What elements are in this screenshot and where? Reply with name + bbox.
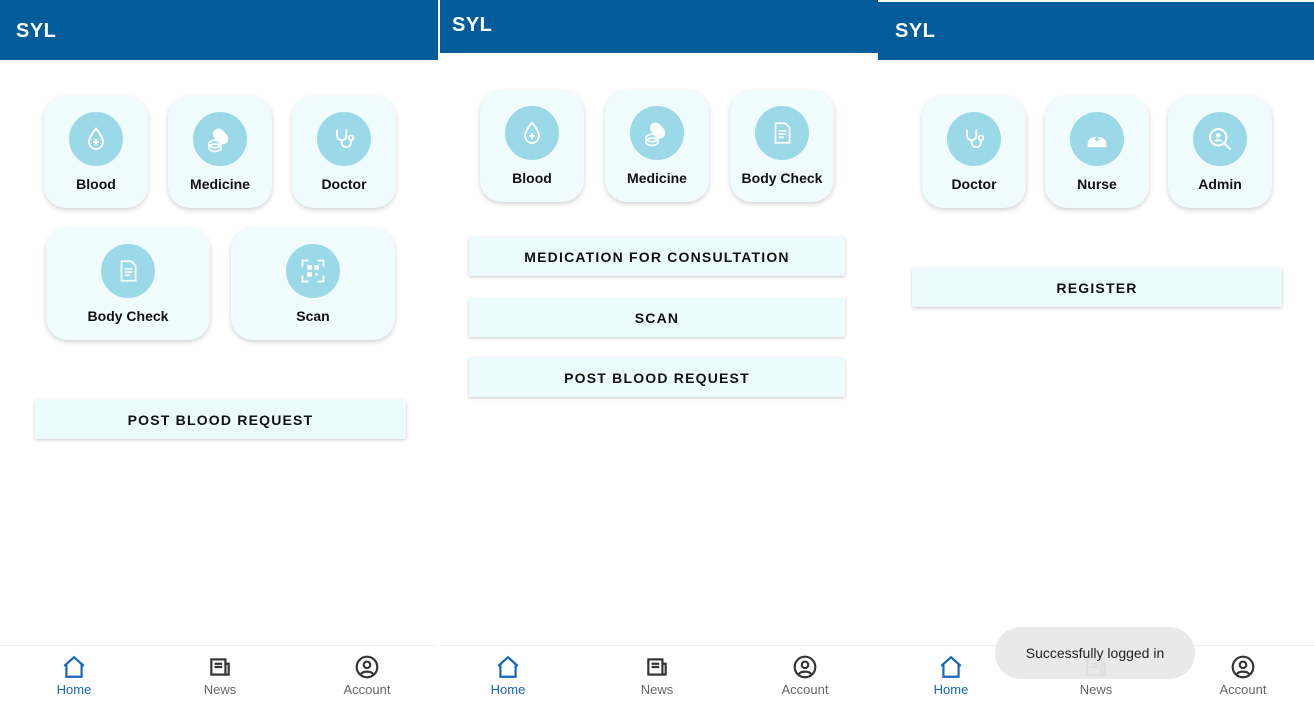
tile-doctor[interactable]: Doctor <box>292 96 396 208</box>
tile-blood[interactable]: Blood <box>480 90 584 202</box>
tile-label: Scan <box>296 308 330 324</box>
app-title: SYL <box>16 20 57 42</box>
tile-body-check[interactable]: Body Check <box>46 228 210 340</box>
screen-3: SYL Doctor Nurse Admin REGISTER Home New… <box>878 0 1314 709</box>
home-icon <box>63 655 85 678</box>
app-title: SYL <box>452 14 493 36</box>
pill-icon <box>193 112 247 166</box>
nav-label: Account <box>1219 682 1267 697</box>
login-toast: Successfully logged in <box>995 627 1195 679</box>
medication-for-consultation-button[interactable]: MEDICATION FOR CONSULTATION <box>469 237 845 276</box>
screen-2: SYL Blood Medicine Body Check MEDICATION… <box>440 0 878 709</box>
tile-label: Blood <box>76 176 116 192</box>
nav-label: News <box>203 682 237 697</box>
tile-medicine[interactable]: Medicine <box>605 90 709 202</box>
nav-label: Home <box>56 682 92 697</box>
nav-news[interactable]: News <box>602 654 712 697</box>
blood-drop-icon <box>69 112 123 166</box>
nav-label: Home <box>490 682 526 697</box>
nav-label: News <box>640 682 674 697</box>
app-bar: SYL <box>440 0 878 53</box>
pill-icon <box>630 106 684 160</box>
tile-label: Blood <box>512 170 552 186</box>
blood-drop-icon <box>505 106 559 160</box>
tile-nurse[interactable]: Nurse <box>1045 96 1149 208</box>
tile-label: Medicine <box>190 176 250 192</box>
tile-label: Body Check <box>87 308 169 324</box>
nav-home[interactable]: Home <box>896 654 1006 697</box>
tile-label: Admin <box>1198 176 1242 192</box>
stethoscope-icon <box>317 112 371 166</box>
screen-1: SYL Blood Medicine Doctor Body Check Sca… <box>0 0 438 709</box>
document-icon <box>101 244 155 298</box>
document-icon <box>755 106 809 160</box>
admin-search-icon <box>1193 112 1247 166</box>
nav-account[interactable]: Account <box>1188 654 1298 697</box>
tile-label: Medicine <box>627 170 687 186</box>
tile-label: Doctor <box>321 176 367 192</box>
post-blood-request-button[interactable]: POST BLOOD REQUEST <box>35 400 406 439</box>
account-icon <box>793 655 817 679</box>
bottom-navigation: Home News Account <box>440 645 878 709</box>
scan-button[interactable]: SCAN <box>469 298 845 337</box>
tile-scan[interactable]: Scan <box>231 228 395 340</box>
tile-doctor[interactable]: Doctor <box>922 96 1026 208</box>
tile-label: Nurse <box>1077 176 1117 192</box>
nav-label: Account <box>781 682 829 697</box>
post-blood-request-button[interactable]: POST BLOOD REQUEST <box>469 358 845 397</box>
nav-account[interactable]: Account <box>312 654 422 697</box>
tile-label: Doctor <box>951 176 997 192</box>
home-icon <box>497 655 519 678</box>
nav-account[interactable]: Account <box>750 654 860 697</box>
app-bar: SYL <box>0 0 438 60</box>
bottom-navigation: Home News Account <box>0 645 438 709</box>
app-title: SYL <box>895 20 936 42</box>
register-button[interactable]: REGISTER <box>912 268 1282 307</box>
news-icon <box>647 658 667 676</box>
nurse-cap-icon <box>1070 112 1124 166</box>
stethoscope-icon <box>947 112 1001 166</box>
news-icon <box>210 658 230 676</box>
app-bar: SYL <box>878 2 1314 60</box>
home-icon <box>940 655 962 678</box>
nav-news[interactable]: News <box>165 654 275 697</box>
nav-home[interactable]: Home <box>453 654 563 697</box>
qr-scan-icon <box>286 244 340 298</box>
nav-home[interactable]: Home <box>19 654 129 697</box>
nav-label: Home <box>933 682 969 697</box>
nav-label: Account <box>343 682 391 697</box>
tile-admin[interactable]: Admin <box>1168 96 1272 208</box>
tile-medicine[interactable]: Medicine <box>168 96 272 208</box>
tile-label: Body Check <box>741 170 823 186</box>
nav-label: News <box>1079 682 1113 697</box>
tile-body-check[interactable]: Body Check <box>730 90 834 202</box>
account-icon <box>355 655 379 679</box>
account-icon <box>1231 655 1255 679</box>
tile-blood[interactable]: Blood <box>44 96 148 208</box>
